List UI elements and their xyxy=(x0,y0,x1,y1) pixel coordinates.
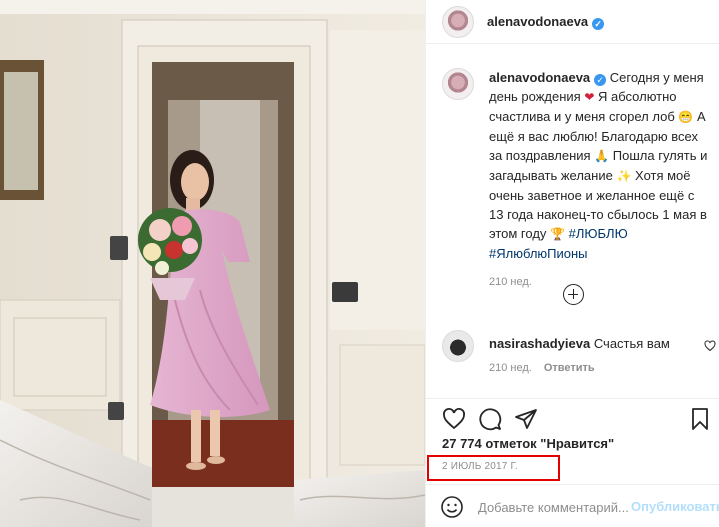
author-username-text[interactable]: alenavodonaeva xyxy=(487,14,588,29)
verified-badge-icon: ✓ xyxy=(592,18,605,30)
pray-emoji: 🙏 xyxy=(594,149,610,163)
hashtag-link[interactable]: #ЯлюблюПионы xyxy=(489,246,588,261)
post-header: alenavodonaeva ✓ xyxy=(426,0,719,44)
post-sidebar: alenavodonaeva ✓ alenavodonaeva ✓ Сегодня … xyxy=(425,0,719,527)
comment-time[interactable]: 210 нед. xyxy=(489,362,532,374)
comment-line: nasirashadyieva Счастья вам xyxy=(489,336,709,351)
bookmark-icon[interactable] xyxy=(688,407,712,431)
heart-icon[interactable] xyxy=(442,407,466,431)
post-photo-image xyxy=(0,0,425,527)
caption-time[interactable]: 210 нед. xyxy=(489,273,711,292)
date-highlight-box xyxy=(427,455,560,481)
add-comment-bar: Опубликовать xyxy=(426,484,719,527)
plus-circle-icon[interactable] xyxy=(563,284,584,305)
comment-icon[interactable] xyxy=(478,407,502,431)
grin-emoji: 😁 xyxy=(678,110,694,124)
avatar[interactable] xyxy=(442,6,474,38)
trophy-emoji: 🏆 xyxy=(550,227,565,241)
comment-text: Счастья вам xyxy=(593,336,670,351)
post-photo[interactable] xyxy=(0,0,425,527)
action-bar xyxy=(426,398,719,438)
comment-username[interactable]: nasirashadyieva xyxy=(489,336,590,351)
avatar[interactable] xyxy=(442,68,474,100)
author-username[interactable]: alenavodonaeva ✓ xyxy=(487,14,605,30)
smile-icon[interactable] xyxy=(440,495,464,519)
reply-button[interactable]: Ответить xyxy=(544,362,595,374)
comment-input[interactable] xyxy=(478,496,628,518)
caption-username[interactable]: alenavodonaeva xyxy=(489,70,590,85)
avatar[interactable] xyxy=(442,330,474,362)
hashtag-link[interactable]: #ЛЮБЛЮ xyxy=(569,226,628,241)
post-comment-button[interactable]: Опубликовать xyxy=(631,499,719,514)
share-icon[interactable] xyxy=(514,407,538,431)
caption-text: alenavodonaeva ✓ Сегодня у меня день рожд… xyxy=(489,68,711,292)
comment-meta: 210 нед. Ответить xyxy=(489,362,595,374)
likes-count[interactable]: 27 774 отметок "Нравится" xyxy=(442,436,614,451)
sparkles-emoji: ✨ xyxy=(616,169,632,183)
heart-emoji: ❤ xyxy=(584,90,595,104)
verified-badge-icon: ✓ xyxy=(594,74,607,86)
heart-icon[interactable] xyxy=(704,340,716,352)
